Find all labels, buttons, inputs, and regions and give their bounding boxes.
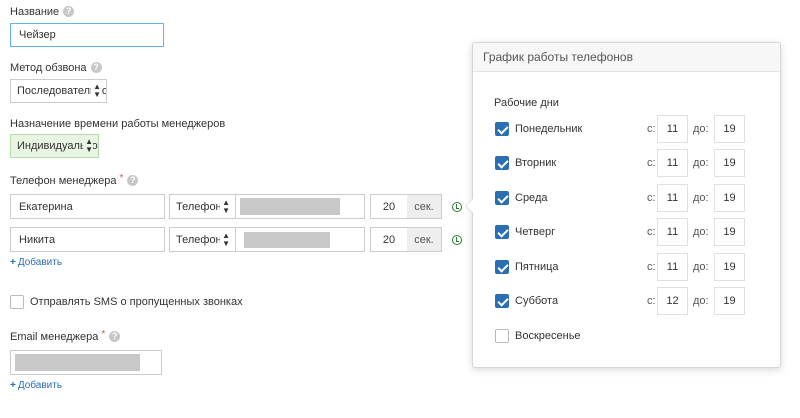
to-hour-input[interactable]: 19: [714, 184, 745, 212]
add-phone-link[interactable]: + Добавить: [10, 257, 62, 268]
clock-icon[interactable]: [452, 202, 462, 212]
day-row-thursday: Четверг с: 11 до: 19: [495, 218, 775, 246]
manager-email-label: Email менеджера *?: [10, 329, 121, 343]
phone-type-select[interactable]: Телефон ▲ ▼: [169, 194, 236, 219]
dial-method-label: Метод обзвона?: [10, 62, 102, 74]
day-checkbox[interactable]: [495, 191, 509, 205]
day-row-wednesday: Среда с: 11 до: 19: [495, 184, 775, 212]
dial-method-select[interactable]: Последовательно ▲ ▼: [10, 79, 107, 103]
from-hour-input[interactable]: 11: [657, 149, 688, 177]
to-hour-input[interactable]: 19: [714, 149, 745, 177]
from-hour-input[interactable]: 11: [657, 218, 688, 246]
help-icon[interactable]: ?: [109, 331, 121, 342]
work-days-label: Рабочие дни: [494, 97, 559, 109]
popover-title: График работы телефонов: [473, 43, 780, 72]
required-mark: *: [119, 173, 124, 184]
manager-name-input[interactable]: Никита: [10, 227, 165, 252]
day-row-monday: Понедельник с: 11 до: 19: [495, 115, 775, 143]
plus-icon: +: [10, 257, 16, 268]
plus-icon: +: [10, 380, 16, 391]
required-mark: *: [101, 329, 106, 340]
day-checkbox[interactable]: [495, 294, 509, 308]
phone-type-select[interactable]: Телефон ▲ ▼: [169, 227, 236, 252]
redacted-phone: [244, 232, 330, 248]
from-hour-input[interactable]: 11: [657, 184, 688, 212]
day-checkbox[interactable]: [495, 122, 509, 136]
help-icon[interactable]: ?: [127, 175, 139, 186]
to-hour-input[interactable]: 19: [714, 287, 745, 315]
sms-checkbox[interactable]: [10, 295, 24, 309]
select-arrows-icon: ▲ ▼: [91, 82, 101, 99]
help-icon[interactable]: ?: [63, 6, 75, 17]
from-hour-input[interactable]: 11: [657, 253, 688, 281]
schedule-popover: График работы телефонов Рабочие дни Поне…: [465, 42, 781, 368]
name-input[interactable]: Чейзер: [10, 23, 164, 47]
add-email-link[interactable]: + Добавить: [10, 380, 62, 391]
select-arrows-icon: ▲ ▼: [83, 137, 93, 154]
from-hour-input[interactable]: 12: [657, 287, 688, 315]
seconds-input[interactable]: 20: [370, 194, 408, 219]
help-icon[interactable]: ?: [90, 62, 102, 73]
seconds-unit: сек.: [407, 194, 442, 219]
select-arrows-icon: ▲ ▼: [220, 197, 230, 215]
to-hour-input[interactable]: 19: [714, 218, 745, 246]
day-checkbox[interactable]: [495, 260, 509, 274]
day-row-tuesday: Вторник с: 11 до: 19: [495, 149, 775, 177]
to-hour-input[interactable]: 19: [714, 253, 745, 281]
day-checkbox[interactable]: [495, 156, 509, 170]
work-time-label: Назначение времени работы менеджеров: [10, 118, 226, 130]
day-row-sunday: Воскресенье: [495, 322, 775, 350]
day-row-friday: Пятница с: 11 до: 19: [495, 253, 775, 281]
clock-icon[interactable]: [452, 235, 462, 245]
manager-name-input[interactable]: Екатерина: [10, 194, 165, 219]
name-label: Название?: [10, 6, 75, 18]
work-time-select[interactable]: Индивидуально ▲ ▼: [10, 134, 99, 158]
manager-phone-label: Телефон менеджера *?: [10, 173, 139, 187]
day-checkbox[interactable]: [495, 329, 509, 343]
select-arrows-icon: ▲ ▼: [220, 230, 230, 248]
seconds-input[interactable]: 20: [370, 227, 408, 252]
sms-label: Отправлять SMS о пропущенных звонках: [30, 296, 243, 308]
seconds-unit: сек.: [407, 227, 442, 252]
day-row-saturday: Суббота с: 12 до: 19: [495, 287, 775, 315]
from-hour-input[interactable]: 11: [657, 115, 688, 143]
redacted-email: [15, 354, 140, 371]
redacted-phone: [240, 198, 340, 215]
to-hour-input[interactable]: 19: [714, 115, 745, 143]
day-checkbox[interactable]: [495, 225, 509, 239]
